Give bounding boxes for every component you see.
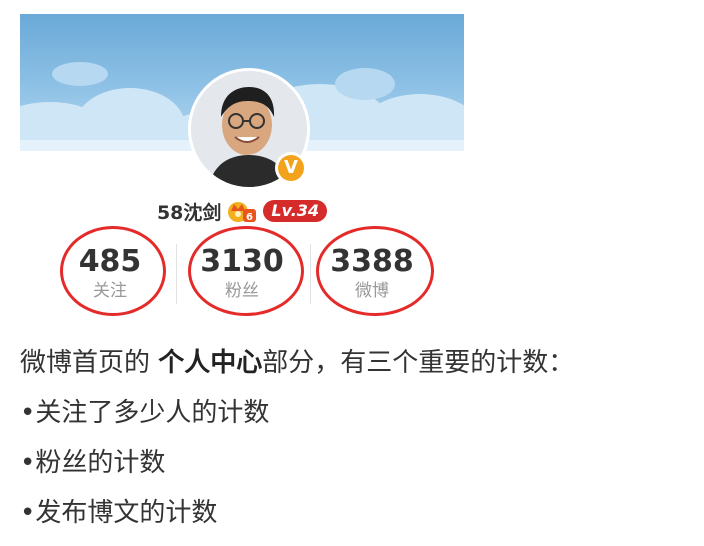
level-badge[interactable]: Lv.34 — [263, 200, 328, 222]
posts-label: 微博 — [355, 281, 389, 301]
intro-suffix: 部分，有三个重要的计数： — [262, 348, 575, 378]
stat-following[interactable]: 485 关注 — [50, 232, 170, 314]
explanation-text: 微博首页的 个人中心部分，有三个重要的计数： •关注了多少人的计数 •粉丝的计数… — [20, 338, 700, 538]
bullet-item: •关注了多少人的计数 — [20, 398, 270, 428]
stats-row: 485 关注 3130 粉丝 3388 微博 — [20, 226, 464, 318]
intro-line: 微博首页的 个人中心部分，有三个重要的计数： — [20, 338, 700, 388]
followers-label: 粉丝 — [225, 281, 259, 301]
bullet-item: •发布博文的计数 — [20, 498, 218, 528]
stat-posts[interactable]: 3388 微博 — [312, 232, 432, 314]
stats-divider — [176, 244, 177, 304]
crown-badge-number: 6 — [246, 212, 253, 223]
followers-count: 3130 — [200, 244, 284, 279]
following-count: 485 — [78, 244, 142, 279]
stat-followers[interactable]: 3130 粉丝 — [182, 232, 302, 314]
verified-v-icon: V — [275, 152, 307, 184]
bullet-item: •粉丝的计数 — [20, 448, 166, 478]
posts-count: 3388 — [330, 244, 414, 279]
verified-badge-letter: V — [278, 155, 304, 181]
intro-prefix: 微博首页的 — [20, 348, 159, 378]
following-label: 关注 — [93, 281, 127, 301]
intro-highlight: 个人中心 — [158, 348, 263, 378]
profile-card: V 58沈剑 6 Lv.34 485 关注 3130 粉丝 3388 微博 — [20, 14, 464, 320]
crown-icon[interactable]: 6 — [227, 199, 257, 223]
username[interactable]: 58沈剑 — [157, 198, 221, 225]
name-row: 58沈剑 6 Lv.34 — [20, 196, 464, 226]
stats-divider — [310, 244, 311, 304]
